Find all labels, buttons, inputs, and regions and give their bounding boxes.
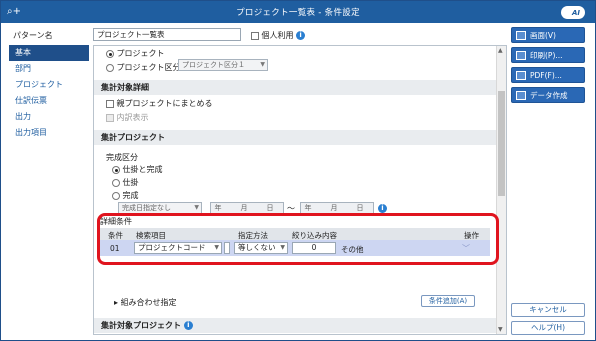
print-button[interactable]: 印刷(P)... (511, 47, 585, 63)
sidebar-item-journal[interactable]: 仕訳伝票 (9, 93, 89, 109)
sidebar-item-department[interactable]: 部門 (9, 61, 89, 77)
radio-icon[interactable] (112, 178, 120, 187)
settings-panel: プロジェクト プロジェクト区分 プロジェクト区分１ ▼ 集計対象詳細 親プロジェク… (93, 45, 507, 335)
add-condition-button[interactable]: 条件追加(A) (421, 295, 475, 307)
combination-toggle[interactable]: ▸ 組み合わせ指定 (114, 297, 177, 308)
scroll-up-icon: ▲ (498, 47, 503, 54)
radio-in-progress[interactable]: 仕掛 (112, 177, 139, 188)
radio-project[interactable]: プロジェクト (106, 48, 165, 59)
project-class-select[interactable]: プロジェクト区分１ ▼ (178, 59, 268, 71)
checkbox-icon[interactable] (251, 31, 259, 40)
sidebar-item-output[interactable]: 出力 (9, 109, 89, 125)
cancel-button[interactable]: キャンセル (511, 303, 585, 317)
breakdown-checkbox[interactable]: 内訳表示 (106, 112, 149, 123)
checkbox-icon[interactable] (106, 99, 114, 108)
cloud-ai-logo: AI (559, 3, 589, 21)
section-target-detail: 集計対象詳細 (94, 80, 496, 95)
pdf-button[interactable]: PDF(F)... (511, 67, 585, 83)
radio-icon[interactable] (112, 191, 120, 200)
completion-label: 完成区分 (106, 153, 138, 162)
scroll-down-icon: ▼ (498, 326, 503, 333)
help-button[interactable]: ヘルプ(H) (511, 321, 585, 335)
sidebar-item-basic[interactable]: 基本 (9, 45, 89, 61)
pdf-icon (516, 71, 526, 80)
radio-selected-icon[interactable] (106, 49, 114, 58)
pattern-label: パターン名 (13, 31, 53, 40)
data-export-button[interactable]: データ作成(E)... (511, 87, 585, 116)
checkbox-icon[interactable] (106, 113, 114, 122)
pattern-name-input[interactable]: プロジェクト一覧表 (93, 28, 241, 41)
scrollbar-thumb[interactable] (498, 91, 505, 196)
triangle-right-icon[interactable]: ▸ (114, 298, 118, 307)
radio-complete[interactable]: 完成 (112, 190, 139, 201)
info-icon[interactable]: i (296, 31, 306, 40)
info-icon[interactable]: i (183, 321, 193, 330)
vertical-scrollbar[interactable]: ▲ ▼ (496, 46, 506, 334)
section-project: 集計プロジェクト (94, 130, 496, 145)
dialog-window: ⌕+ プロジェクト一覧表 - 条件設定 AI パターン名 プロジェクト一覧表 個… (0, 0, 596, 341)
radio-in-progress-and-complete[interactable]: 仕掛と完成 (112, 164, 163, 175)
chevron-down-icon: ▼ (260, 61, 265, 68)
summarize-parent-checkbox[interactable]: 親プロジェクトにまとめる (106, 98, 213, 109)
highlight-frame (97, 213, 499, 265)
window-title: プロジェクト一覧表 - 条件設定 (236, 8, 360, 18)
sidebar: 基本 部門 プロジェクト 仕訳伝票 出力 出力項目 (9, 45, 89, 335)
chevron-down-icon: ▼ (194, 204, 199, 211)
personal-use-label: 個人利用 (261, 31, 294, 40)
sidebar-item-project[interactable]: プロジェクト (9, 77, 89, 93)
printer-icon (516, 51, 526, 60)
radio-selected-icon[interactable] (112, 165, 120, 174)
radio-icon[interactable] (106, 63, 114, 72)
pattern-row: パターン名 プロジェクト一覧表 個人利用 i (1, 25, 507, 43)
screen-button[interactable]: 画面(V) (511, 27, 585, 43)
personal-use-checkbox[interactable]: 個人利用 i (251, 30, 306, 41)
sidebar-item-output-items[interactable]: 出力項目 (9, 125, 89, 141)
export-icon (516, 91, 526, 100)
monitor-icon (516, 31, 526, 40)
section-target-project: 集計対象プロジェクト i (94, 318, 496, 333)
radio-project-class[interactable]: プロジェクト区分 (106, 62, 181, 73)
info-icon[interactable]: i (378, 204, 387, 213)
title-bar: ⌕+ プロジェクト一覧表 - 条件設定 AI (1, 1, 595, 23)
